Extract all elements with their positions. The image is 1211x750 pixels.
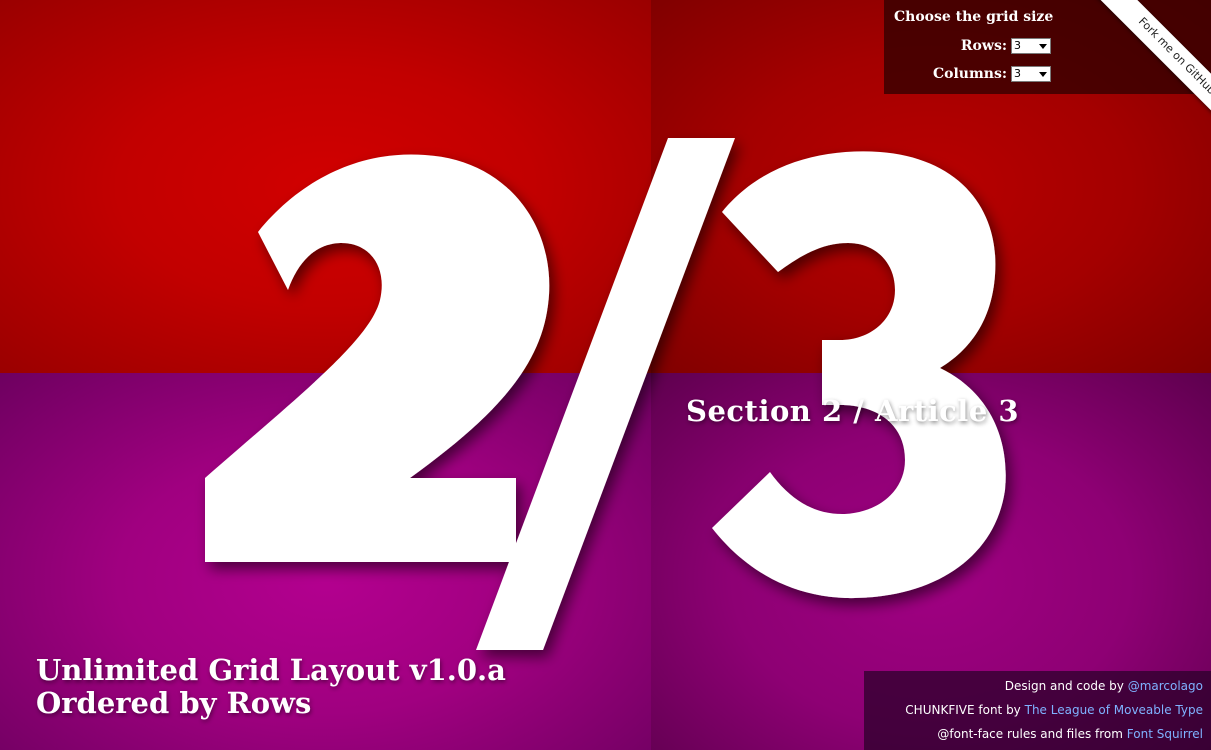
- rows-select-value: 3: [1014, 39, 1021, 52]
- columns-select-value: 3: [1014, 67, 1021, 80]
- credit-fontface-text: @font-face rules and files from: [937, 727, 1127, 741]
- ribbon-label: Fork me on GitHub: [1135, 14, 1211, 98]
- credit-design-text: Design and code by: [1004, 679, 1128, 693]
- rows-control: Rows: 3: [961, 38, 1051, 54]
- page-headline: Unlimited Grid Layout v1.0.a Ordered by …: [36, 654, 506, 720]
- rows-select[interactable]: 3: [1011, 38, 1051, 54]
- columns-control: Columns: 3: [933, 66, 1051, 82]
- font-squirrel-link[interactable]: Font Squirrel: [1127, 727, 1203, 741]
- headline-subtitle: Ordered by Rows: [36, 686, 312, 720]
- league-of-moveable-type-link[interactable]: The League of Moveable Type: [1025, 703, 1203, 717]
- credit-font-text: CHUNKFIVE font by: [905, 703, 1025, 717]
- github-ribbon-container: Fork me on GitHub: [1061, 0, 1211, 150]
- credit-font: CHUNKFIVE font by The League of Moveable…: [870, 703, 1203, 727]
- columns-label: Columns:: [932, 66, 1007, 82]
- chevron-down-icon: [1039, 72, 1047, 77]
- credits-panel: Design and code by @marcolago CHUNKFIVE …: [864, 671, 1211, 750]
- columns-select[interactable]: 3: [1011, 66, 1051, 82]
- fork-me-github-ribbon[interactable]: Fork me on GitHub: [1092, 0, 1211, 141]
- credit-fontface: @font-face rules and files from Font Squ…: [870, 727, 1203, 750]
- chevron-down-icon: [1039, 44, 1047, 49]
- credit-design: Design and code by @marcolago: [870, 679, 1203, 703]
- marcolago-link[interactable]: @marcolago: [1128, 679, 1203, 693]
- section-article-title: Section 2 / Article 3: [686, 394, 1020, 428]
- grid-layout: [0, 0, 1211, 750]
- grid-cell-1-1[interactable]: [0, 0, 651, 373]
- headline-title: Unlimited Grid Layout v1.0.a: [36, 653, 506, 687]
- controls-title: Choose the grid size: [894, 9, 1054, 25]
- rows-label: Rows:: [960, 38, 1007, 54]
